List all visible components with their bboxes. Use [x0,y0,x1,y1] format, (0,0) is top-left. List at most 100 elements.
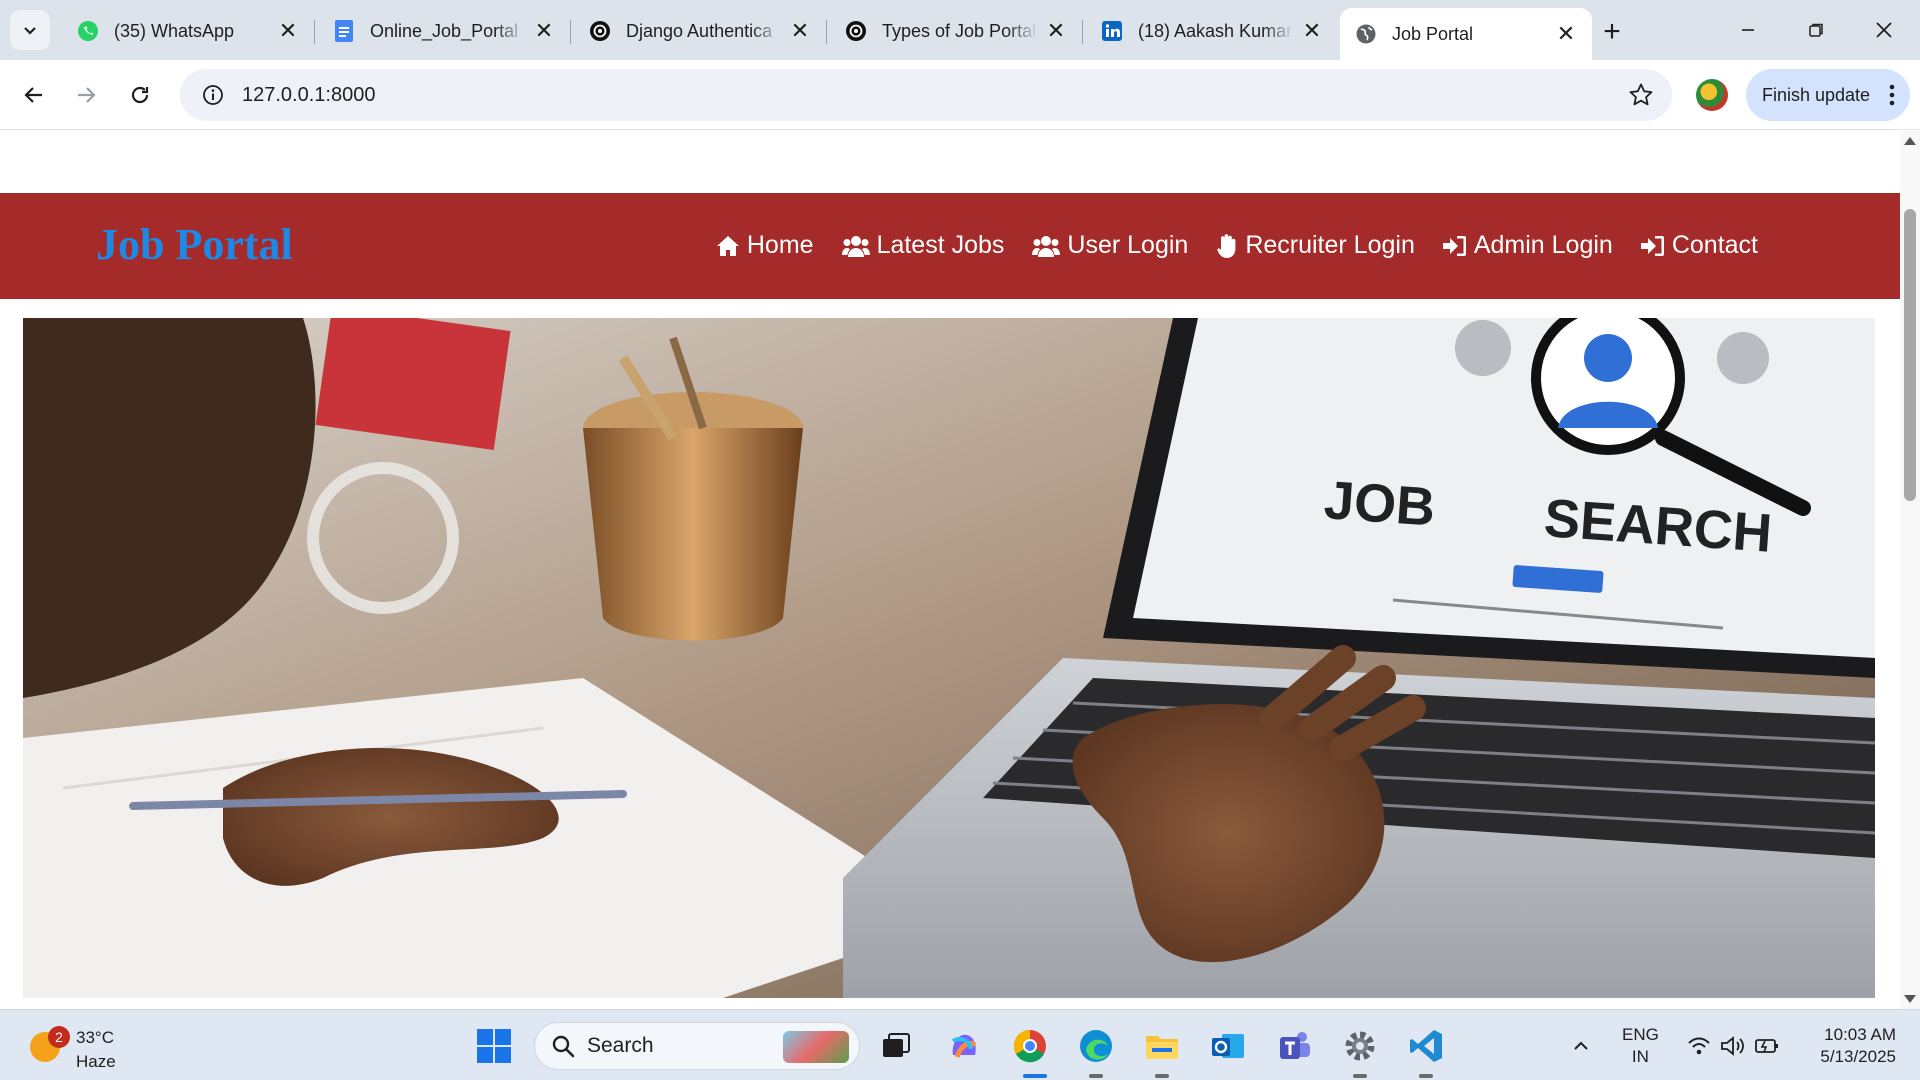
arrow-left-icon [24,87,42,103]
tab-search-button[interactable] [10,10,50,50]
volume-status[interactable] [1718,1026,1748,1066]
tab-job-portal-active[interactable]: Job Portal ✕ [1340,8,1592,60]
hand-icon [1217,233,1236,258]
finish-update-button[interactable]: Finish update [1746,69,1910,121]
profile-avatar[interactable] [1696,79,1728,111]
site-nav: Home Latest Jobs User Login Recruiter Lo… [716,231,1758,260]
nav-label: Admin Login [1473,231,1613,259]
new-tab-button[interactable]: + [1594,14,1630,50]
battery-status[interactable] [1752,1026,1782,1066]
file-explorer-button[interactable] [1142,1026,1182,1066]
notification-badge: 2 [48,1026,70,1048]
close-icon[interactable]: ✕ [276,18,300,43]
chatgpt-icon [588,19,612,43]
tab-linkedin[interactable]: (18) Aakash Kumar ✕ [1086,8,1338,54]
weather-widget[interactable]: 2 33°C Haze [26,1026,126,1071]
scrollbar-thumb[interactable] [1904,209,1916,501]
home-icon [716,235,739,256]
weather-condition: Haze [76,1052,116,1071]
tab-online-job-portal[interactable]: Online_Job_Portal ✕ [318,8,570,54]
forward-button[interactable] [66,75,106,115]
site-header: Job Portal Home Latest Jobs User Login R… [0,193,1900,299]
open-app-indicator [1089,1074,1103,1078]
teams-button[interactable] [1274,1026,1314,1066]
tab-strip: (35) WhatsApp ✕ Online_Job_Portal ✕ Djan… [0,0,1920,60]
whatsapp-icon [76,19,100,43]
search-icon [552,1035,575,1058]
url-text[interactable]: 127.0.0.1:8000 [242,84,375,107]
open-app-indicator [1419,1074,1433,1078]
nav-recruiter-login[interactable]: Recruiter Login [1216,231,1415,260]
copilot-icon [951,1034,977,1058]
nav-contact[interactable]: Contact [1640,231,1758,260]
copilot-button[interactable] [944,1026,984,1066]
minimize-button[interactable] [1720,8,1776,52]
active-app-indicator [1023,1074,1047,1078]
show-hidden-icons-button[interactable] [1566,1026,1596,1066]
minimize-icon [1742,29,1754,31]
outlook-icon [1212,1034,1244,1058]
tab-divider [570,20,571,44]
nav-admin-login[interactable]: Admin Login [1442,231,1613,260]
weather-temp: 33°C [76,1028,114,1047]
tab-title: Job Portal [1392,23,1474,44]
users-icon [1032,235,1061,257]
close-icon[interactable]: ✕ [532,18,556,43]
nav-home[interactable]: Home [716,231,814,260]
page-scrollbar[interactable] [1900,131,1920,1009]
finish-update-label: Finish update [1762,84,1871,105]
battery-icon [1755,1039,1778,1053]
settings-button[interactable] [1340,1026,1380,1066]
scroll-up-arrow[interactable] [1904,137,1916,145]
windows-taskbar: 2 33°C Haze Search ENG IN 10:03 AM 5/13/… [0,1009,1920,1080]
scroll-down-arrow[interactable] [1904,995,1916,1003]
taskbar-search[interactable]: Search [534,1022,860,1070]
docs-icon [332,19,356,43]
address-bar[interactable]: 127.0.0.1:8000 [180,69,1672,121]
close-icon[interactable]: ✕ [1300,18,1324,43]
tab-divider [826,20,827,44]
close-icon[interactable]: ✕ [788,18,812,43]
edge-icon [1080,1030,1112,1062]
edge-taskbar-button[interactable] [1076,1026,1116,1066]
window-close-button[interactable] [1856,8,1912,52]
teams-icon [1280,1032,1310,1059]
language-indicator[interactable]: ENG IN [1622,1024,1659,1068]
tab-types-job-portal[interactable]: Types of Job Portal ✕ [830,8,1082,54]
back-button[interactable] [14,75,54,115]
bookmark-star-icon[interactable] [1628,82,1654,113]
site-brand[interactable]: Job Portal [96,219,293,270]
clock-time: 10:03 AM [1824,1025,1896,1044]
close-icon[interactable]: ✕ [1044,18,1068,43]
tab-whatsapp[interactable]: (35) WhatsApp ✕ [62,8,314,54]
chatgpt-icon [844,19,868,43]
close-icon[interactable]: ✕ [1554,21,1578,46]
start-button[interactable] [474,1026,514,1066]
tab-divider [314,20,315,44]
search-label: Search [587,1034,654,1057]
close-icon [1876,22,1892,38]
chevron-up-icon [1574,1041,1588,1050]
tab-django-auth[interactable]: Django Authentica ✕ [574,8,826,54]
pencil-cup [583,428,803,641]
open-app-indicator [1155,1074,1169,1078]
arrow-right-icon [78,87,96,103]
sign-in-icon [1640,235,1664,256]
tab-title: Types of Job Portal [882,20,1037,41]
system-clock[interactable]: 10:03 AM 5/13/2025 [1804,1024,1896,1068]
gear-icon [1345,1031,1375,1061]
task-view-button[interactable] [876,1026,916,1066]
reload-icon [131,86,149,104]
more-vertical-icon [1889,84,1895,106]
nav-latest-jobs[interactable]: Latest Jobs [841,231,1004,260]
nav-label: User Login [1067,231,1189,259]
restore-button[interactable] [1788,8,1844,52]
nav-user-login[interactable]: User Login [1032,231,1188,260]
vscode-button[interactable] [1406,1026,1446,1066]
wifi-status[interactable] [1684,1026,1714,1066]
chrome-taskbar-button[interactable] [1010,1026,1050,1066]
site-info-icon[interactable] [190,84,236,106]
reload-button[interactable] [120,75,160,115]
outlook-button[interactable] [1208,1026,1248,1066]
tab-divider [1082,20,1083,44]
